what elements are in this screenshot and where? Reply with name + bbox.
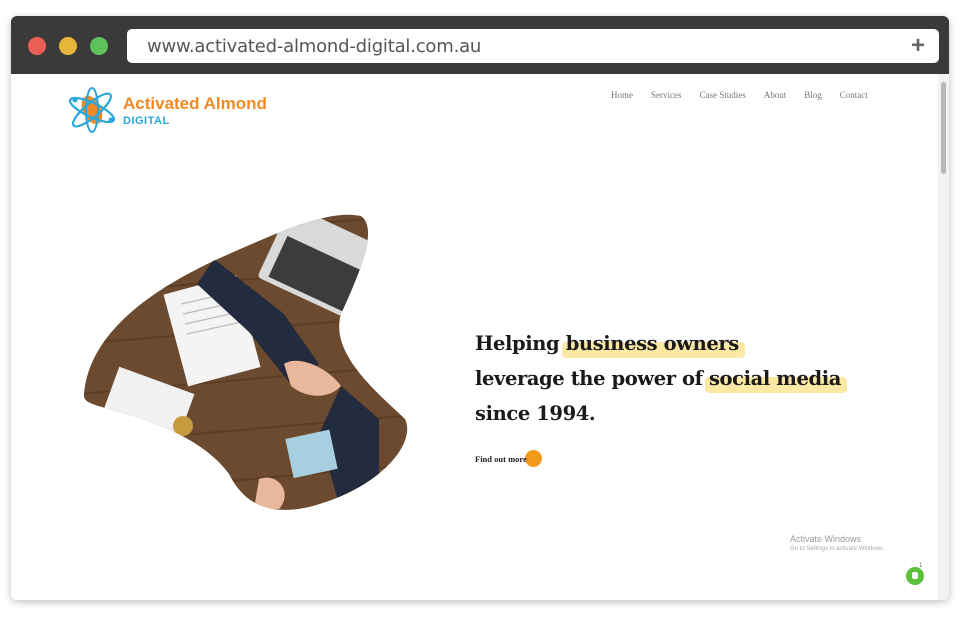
- main-nav: Home Services Case Studies About Blog Co…: [611, 90, 868, 100]
- web-page: Activated Almond DIGITAL Home Services C…: [11, 74, 949, 600]
- maximize-window-button[interactable]: [90, 37, 108, 55]
- activate-windows-subtitle: Go to Settings to activate Windows.: [790, 546, 885, 552]
- headline-line1-text: Helping: [475, 332, 566, 355]
- cta-dot-icon: [525, 450, 542, 467]
- nav-case-studies[interactable]: Case Studies: [700, 90, 746, 100]
- headline-line3-text: since 1994.: [475, 402, 596, 425]
- browser-chrome: www.activated-almond-digital.com.au +: [11, 16, 949, 74]
- highlight-business-owners: business owners: [565, 332, 740, 355]
- plus-icon[interactable]: +: [911, 34, 925, 58]
- chat-badge: 1: [919, 563, 923, 569]
- nav-blog[interactable]: Blog: [804, 90, 822, 100]
- address-bar-url[interactable]: www.activated-almond-digital.com.au: [147, 36, 481, 57]
- logo-name: Activated Almond: [123, 94, 267, 113]
- site-logo[interactable]: Activated Almond DIGITAL: [66, 82, 286, 138]
- chat-widget-icon[interactable]: [906, 567, 924, 585]
- address-bar[interactable]: www.activated-almond-digital.com.au +: [127, 29, 939, 63]
- hero-handshake-image: [83, 214, 408, 510]
- atom-logo-icon: [68, 87, 116, 133]
- scrollbar-thumb[interactable]: [941, 82, 946, 174]
- logo-subtitle: DIGITAL: [123, 115, 170, 127]
- page-scrollbar[interactable]: [938, 74, 949, 600]
- highlight-social-media: social media: [708, 367, 841, 390]
- nav-about[interactable]: About: [764, 90, 787, 100]
- headline-line2-text: leverage the power of: [475, 367, 709, 390]
- nav-services[interactable]: Services: [651, 90, 682, 100]
- close-window-button[interactable]: [28, 37, 46, 55]
- activate-windows-title: Activate Windows: [790, 534, 862, 544]
- minimize-window-button[interactable]: [59, 37, 77, 55]
- nav-contact[interactable]: Contact: [840, 90, 868, 100]
- nav-home[interactable]: Home: [611, 90, 633, 100]
- cta-label: Find out more: [475, 454, 527, 464]
- browser-window: www.activated-almond-digital.com.au + Ac…: [11, 16, 949, 600]
- hero-headline: Helping business owners leverage the pow…: [475, 326, 875, 431]
